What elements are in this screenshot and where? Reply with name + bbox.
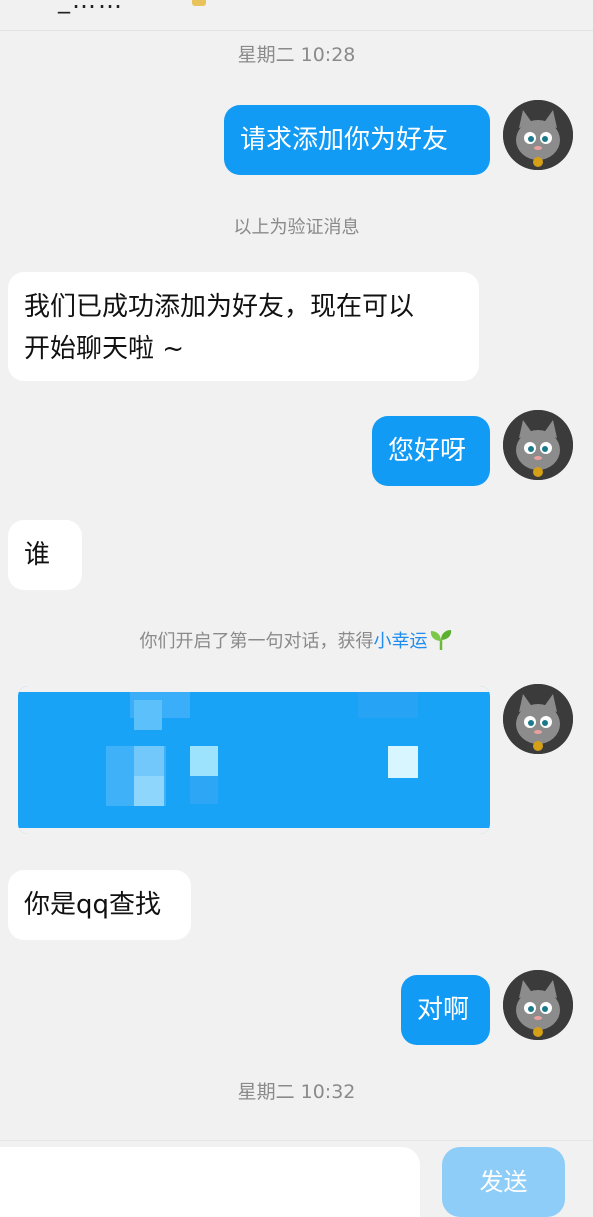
timestamp: 星期二 10:32 [237, 1081, 356, 1103]
message-text: 谁 [24, 540, 51, 570]
incoming-message[interactable]: 我们已成功添加为好友，现在可以 开始聊天啦 ~ [8, 272, 479, 381]
chat-header: _…… [0, 0, 593, 31]
pixel-edge [18, 686, 490, 692]
outgoing-message[interactable]: 对啊 [401, 975, 490, 1045]
censored-message[interactable] [18, 686, 490, 834]
cat-avatar-icon [503, 100, 573, 170]
pixel-block [134, 776, 164, 806]
incoming-message[interactable]: 谁 [8, 520, 82, 590]
timestamp: 星期二 10:28 [237, 44, 356, 66]
pixel-block [190, 746, 218, 776]
vip-badge-icon [192, 0, 206, 6]
sprout-icon [430, 630, 451, 650]
my-avatar[interactable] [503, 410, 573, 480]
verify-notice: 以上为验证消息 [233, 217, 360, 238]
cat-avatar-icon [503, 970, 573, 1040]
message-text-line2: 开始聊天啦 ~ [24, 334, 185, 364]
outgoing-message[interactable]: 您好呀 [372, 416, 490, 486]
my-avatar[interactable] [503, 684, 573, 754]
message-text-line1: 我们已成功添加为好友，现在可以 [24, 292, 415, 322]
message-text: 你是qq查找 [24, 890, 162, 920]
cat-avatar-icon [503, 684, 573, 754]
first-chat-notice: 你们开启了第一句对话，获得小幸运 [0, 627, 593, 653]
notice-text: 你们开启了第一句对话，获得 [139, 631, 374, 652]
chat-title-partial: _…… [58, 0, 124, 14]
message-input[interactable] [0, 1147, 420, 1217]
message-text: 请求添加你为好友 [240, 125, 449, 155]
incoming-message[interactable]: 你是qq查找 [8, 870, 191, 940]
pixel-block [190, 776, 218, 804]
my-avatar[interactable] [503, 100, 573, 170]
lucky-link[interactable]: 小幸运 [374, 631, 428, 652]
message-text: 对啊 [417, 995, 470, 1025]
pixel-block [134, 700, 162, 730]
message-text: 您好呀 [388, 436, 467, 466]
pixel-edge [18, 828, 490, 834]
pixel-block [388, 746, 418, 778]
my-avatar[interactable] [503, 970, 573, 1040]
pixel-block [134, 746, 164, 776]
input-bar: 发送 [0, 1140, 593, 1217]
send-button[interactable]: 发送 [442, 1147, 565, 1217]
outgoing-message[interactable]: 请求添加你为好友 [224, 105, 490, 175]
cat-avatar-icon [503, 410, 573, 480]
pixel-block [358, 688, 418, 718]
